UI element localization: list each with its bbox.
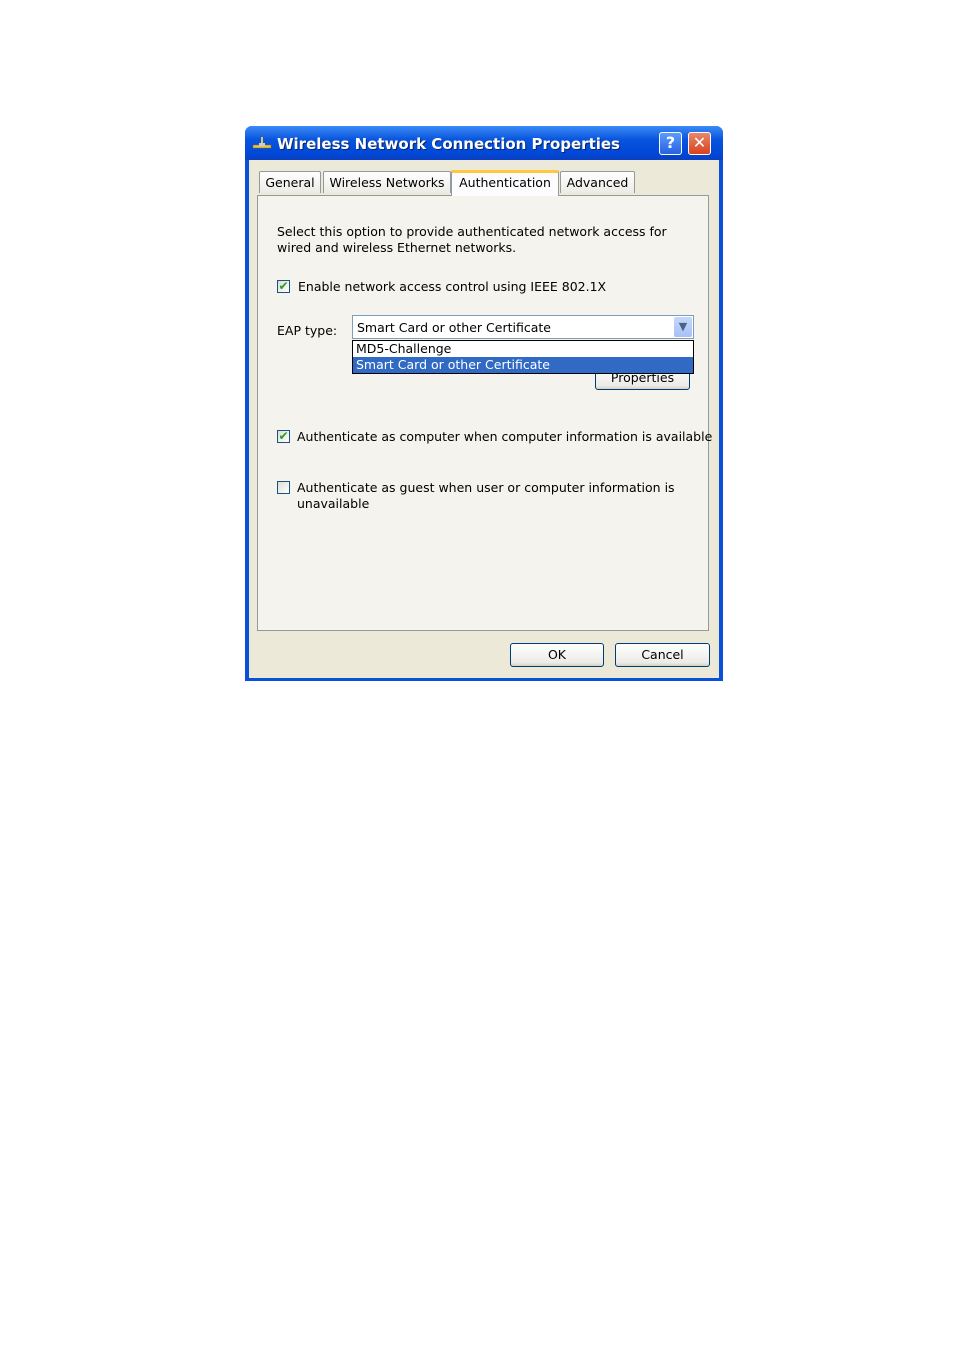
network-connection-icon (252, 137, 272, 149)
tab-advanced[interactable]: Advanced (560, 171, 635, 193)
properties-dialog: Wireless Network Connection Properties ?… (245, 126, 723, 681)
chevron-down-icon[interactable]: ▼ (674, 317, 692, 337)
dialog-client: General Wireless Networks Authentication… (249, 160, 719, 678)
eap-type-dropdown[interactable]: Smart Card or other Certificate ▼ (352, 315, 694, 339)
close-button[interactable]: ✕ (688, 132, 711, 155)
auth-computer-checkbox[interactable]: ✔ (277, 430, 290, 443)
cancel-button[interactable]: Cancel (615, 643, 710, 667)
tab-wireless-networks[interactable]: Wireless Networks (323, 171, 451, 193)
title-bar[interactable]: Wireless Network Connection Properties ?… (245, 126, 723, 160)
enable-8021x-checkbox[interactable]: ✔ (277, 280, 290, 293)
enable-8021x-label[interactable]: Enable network access control using IEEE… (298, 279, 606, 294)
tab-general[interactable]: General (259, 171, 321, 193)
eap-dropdown-list[interactable]: MD5-Challenge Smart Card or other Certif… (352, 340, 694, 374)
auth-guest-label[interactable]: Authenticate as guest when user or compu… (297, 480, 677, 512)
eap-selected-value: Smart Card or other Certificate (357, 320, 551, 335)
tab-authentication[interactable]: Authentication (451, 170, 559, 196)
eap-option-smart-card[interactable]: Smart Card or other Certificate (353, 357, 693, 373)
auth-guest-checkbox[interactable] (277, 481, 290, 494)
auth-computer-label[interactable]: Authenticate as computer when computer i… (297, 429, 712, 444)
description-text: Select this option to provide authentica… (277, 224, 667, 255)
ok-button[interactable]: OK (510, 643, 604, 667)
eap-option-md5[interactable]: MD5-Challenge (353, 341, 693, 357)
help-button[interactable]: ? (659, 132, 682, 155)
window-title: Wireless Network Connection Properties (277, 135, 620, 153)
authentication-panel: Select this option to provide authentica… (257, 195, 712, 631)
eap-type-label: EAP type: (277, 323, 338, 338)
